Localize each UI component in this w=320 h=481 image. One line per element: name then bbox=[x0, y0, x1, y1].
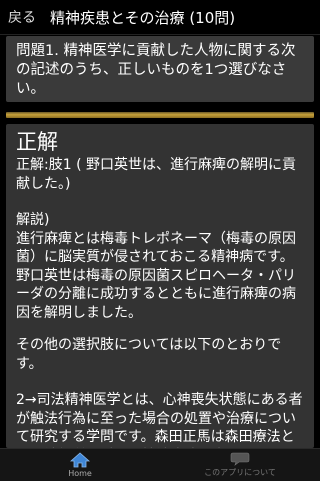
bottom-tab-bar: Home このアプリについて bbox=[0, 448, 320, 481]
top-bar: 戻る 精神疾患とその治療 (10問) bbox=[0, 0, 320, 35]
question-box: 問題1. 精神医学に貢献した人物に関する次の記述のうち、正しいものを1つ選びなさ… bbox=[6, 36, 314, 102]
home-icon bbox=[69, 452, 91, 468]
answer-heading: 正解 bbox=[16, 130, 58, 154]
option-2-text: 2→司法精神医学とは、心神喪失状態にある者が触法行為に至った場合の処置や治療につ… bbox=[16, 392, 303, 448]
explanation-label: 解説) bbox=[16, 212, 50, 228]
tab-about-label: このアプリについて bbox=[204, 468, 276, 477]
content-area[interactable]: 問題1. 精神医学に貢献した人物に関する次の記述のうち、正しいものを1つ選びなさ… bbox=[6, 36, 314, 448]
speech-bubble-icon bbox=[230, 452, 250, 466]
explanation-text: 進行麻痺とは梅毒トレポネーマ（梅毒の原因菌）に脳実質が侵されておこる精神病です。… bbox=[16, 230, 296, 321]
tab-home-label: Home bbox=[68, 469, 92, 478]
back-button[interactable]: 戻る bbox=[8, 7, 36, 27]
question-text: 問題1. 精神医学に貢献した人物に関する次の記述のうち、正しいものを1つ選びなさ… bbox=[16, 43, 296, 97]
tab-about[interactable]: このアプリについて bbox=[160, 449, 320, 481]
answer-box: 正解 正解:肢1 ( 野口英世は、進行麻痺の解明に貢献した。) 解説) 進行麻痺… bbox=[6, 124, 314, 448]
correct-answer: 正解:肢1 ( 野口英世は、進行麻痺の解明に貢献した。) bbox=[16, 157, 296, 192]
others-intro: その他の選択肢については以下のとおりです。 bbox=[16, 337, 282, 372]
page-title: 精神疾患とその治療 (10問) bbox=[50, 8, 236, 27]
divider-bar bbox=[6, 112, 314, 118]
tab-home[interactable]: Home bbox=[0, 449, 160, 481]
